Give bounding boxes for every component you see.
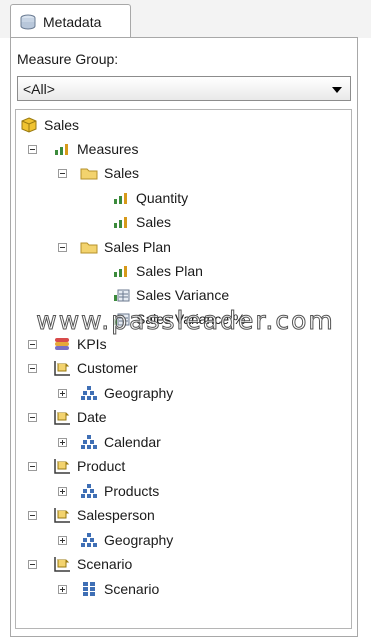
tree-node-products[interactable]: Products [80,481,159,501]
collapse-sales-folder-toggle[interactable] [58,169,67,178]
tree-label: Geography [104,532,174,548]
tree-label: Date [77,409,107,425]
tree-node-date[interactable]: Date [53,407,107,427]
tree-label: Sales [136,214,172,230]
tree-label: Calendar [104,434,161,450]
collapse-kpis-toggle[interactable] [28,340,37,349]
watermark: www.passleader.com [36,306,335,336]
collapse-customer-toggle[interactable] [28,364,37,373]
folder-icon [80,165,98,181]
tab-label: Metadata [43,13,102,30]
dimension-icon [53,507,71,523]
tree-node-customer-geography[interactable]: Geography [80,383,173,403]
hierarchy-icon [80,483,98,499]
tree-node-sales-measure[interactable]: Sales [112,212,171,232]
tree-label: Salesperson [77,507,155,523]
tree-node-scenario[interactable]: Scenario [53,554,132,574]
tree-node-sales-folder[interactable]: Sales [80,163,139,183]
tree-label: Sales Plan [104,239,171,255]
tree-label: Scenario [77,556,133,572]
collapse-measures-toggle[interactable] [28,145,37,154]
collapse-sales-plan-folder-toggle[interactable] [58,243,67,252]
tree-label: KPIs [77,336,107,352]
tab-strip: Metadata [0,0,371,38]
tree-node-sales-plan-folder[interactable]: Sales Plan [80,237,171,257]
dimension-icon [53,556,71,572]
tree-label: Sales [44,117,80,133]
tree-label: Sales Plan [136,263,203,279]
tree-node-product[interactable]: Product [53,456,125,476]
tree-node-salesperson-geography[interactable]: Geography [80,530,173,550]
tree-label: Sales [104,165,140,181]
tree-node-calendar[interactable]: Calendar [80,432,161,452]
expand-calendar-toggle[interactable] [58,438,67,447]
attribute-icon [80,581,98,597]
tree-node-scenario-attribute[interactable]: Scenario [80,579,159,599]
tree-label: Scenario [104,581,160,597]
metadata-panel: Measure Group: <All> Sales Measures Sale… [10,37,358,637]
metadata-tree[interactable]: Sales Measures Sales Quantity Sales Sale… [15,109,352,629]
tree-node-kpis[interactable]: KPIs [53,334,107,354]
dimension-icon [53,409,71,425]
tree-node-measures[interactable]: Measures [53,139,138,159]
chevron-down-icon[interactable] [332,87,342,93]
expand-salesperson-geography-toggle[interactable] [58,536,67,545]
measure-icon [53,141,71,157]
hierarchy-icon [80,532,98,548]
measure-group-label: Measure Group: [17,51,119,67]
tree-node-quantity[interactable]: Quantity [112,188,188,208]
tree-label: Customer [77,360,138,376]
dimension-icon [53,458,71,474]
measure-icon [112,190,130,206]
tree-label: Sales Variance [136,287,230,303]
tree-node-sales-plan-measure[interactable]: Sales Plan [112,261,203,281]
hierarchy-icon [80,434,98,450]
expand-products-toggle[interactable] [58,487,67,496]
calculated-measure-icon [112,287,130,303]
folder-icon [80,239,98,255]
expand-customer-geography-toggle[interactable] [58,389,67,398]
cube-icon [20,117,38,133]
collapse-product-toggle[interactable] [28,462,37,471]
collapse-salesperson-toggle[interactable] [28,511,37,520]
tree-node-sales-cube[interactable]: Sales [20,115,79,135]
expand-scenario-attribute-toggle[interactable] [58,585,67,594]
tab-metadata[interactable]: Metadata [10,4,131,38]
tree-node-salesperson[interactable]: Salesperson [53,505,155,525]
tree-label: Geography [104,385,174,401]
measure-icon [112,214,130,230]
kpi-icon [53,336,71,352]
measure-icon [112,263,130,279]
hierarchy-icon [80,385,98,401]
tree-label: Product [77,458,126,474]
collapse-scenario-toggle[interactable] [28,560,37,569]
tree-node-customer[interactable]: Customer [53,358,138,378]
measure-group-dropdown[interactable]: <All> [17,76,351,101]
measure-group-value: <All> [23,80,55,97]
collapse-date-toggle[interactable] [28,413,37,422]
cube-stack-icon [19,14,37,30]
tree-label: Quantity [136,190,189,206]
tree-label: Products [104,483,160,499]
tree-label: Measures [77,141,139,157]
dimension-icon [53,360,71,376]
tree-node-sales-variance[interactable]: Sales Variance [112,285,229,305]
